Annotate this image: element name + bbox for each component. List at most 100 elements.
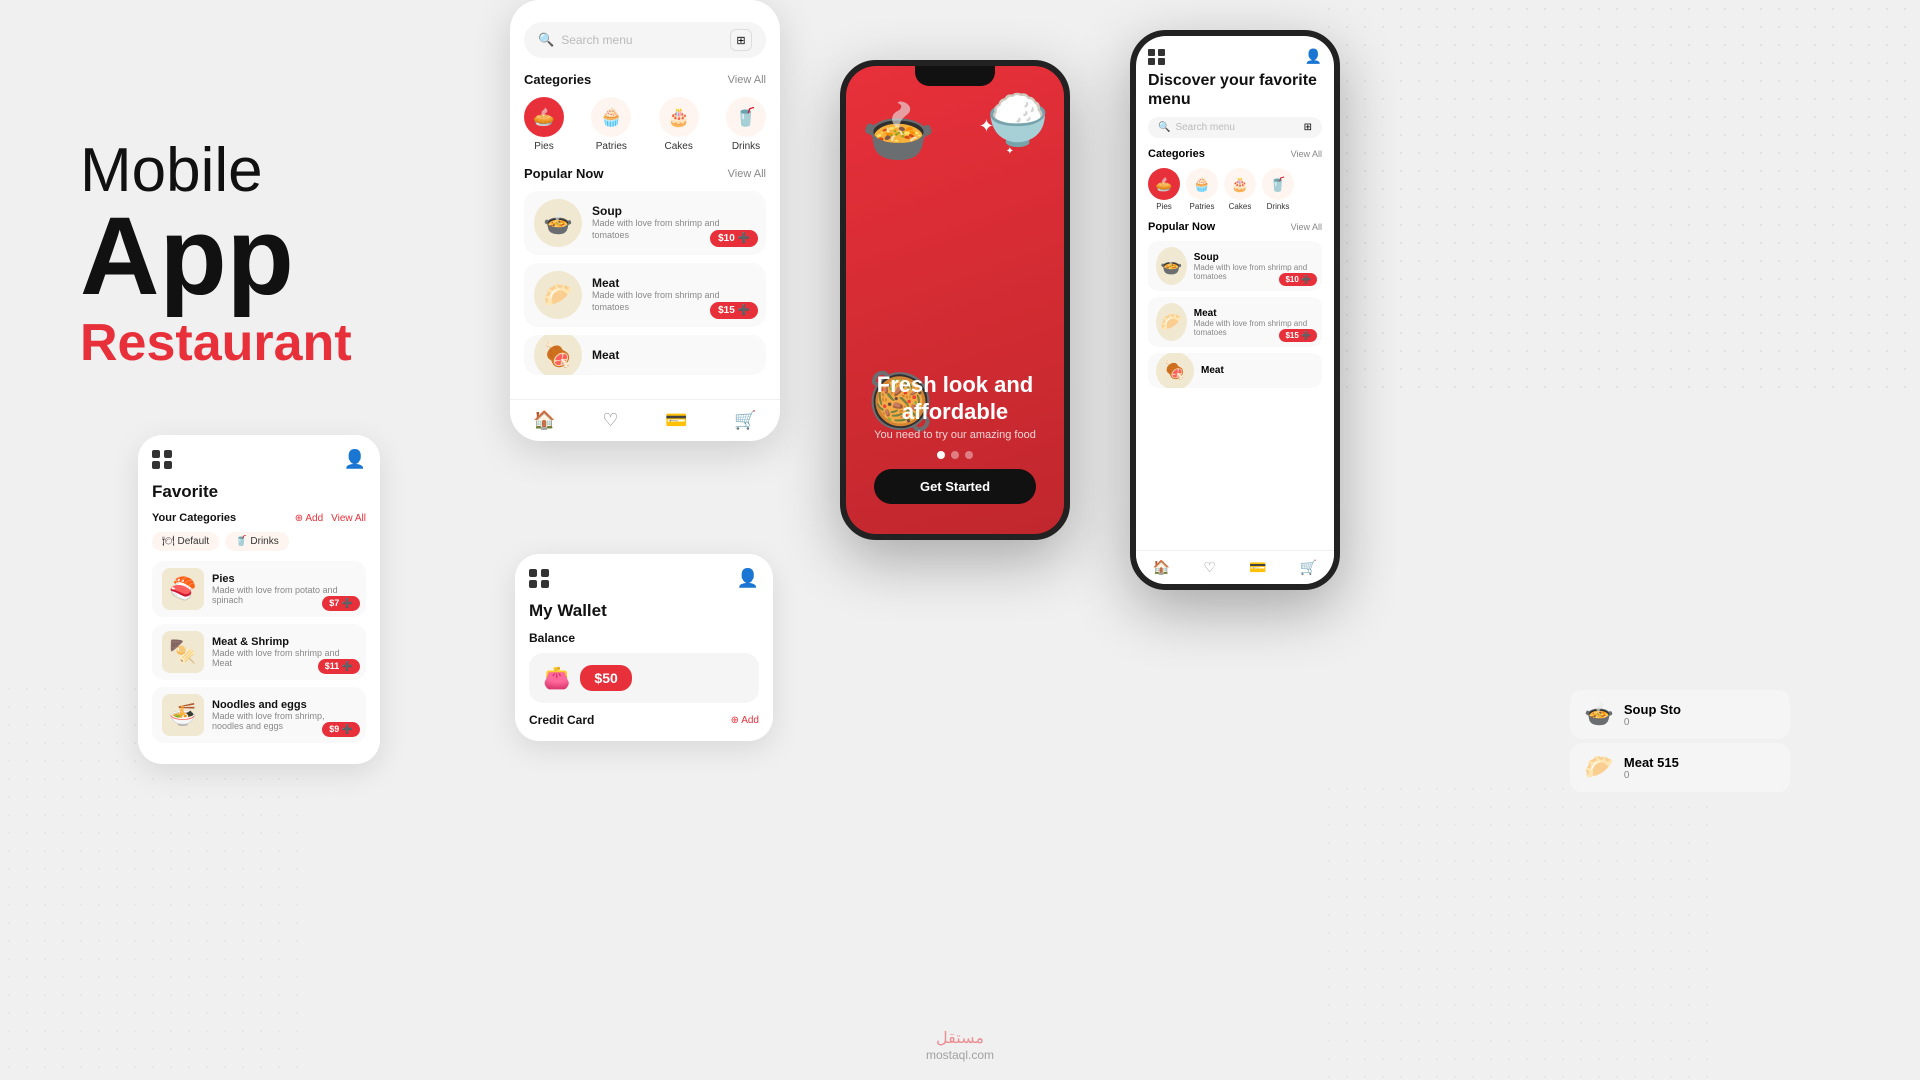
search-bar[interactable]: 🔍 Search menu ⊞: [524, 22, 766, 58]
rp-wallet-icon[interactable]: 💳: [1249, 559, 1266, 576]
home-nav-icon[interactable]: 🏠: [533, 410, 555, 431]
rp-soup-item[interactable]: 🍲 Soup Made with love from shrimp and to…: [1148, 241, 1322, 291]
wallet-top-bar: 👤: [529, 568, 759, 589]
view-all-cat-btn[interactable]: View All: [331, 513, 366, 524]
right-phone-top-bar: 👤: [1136, 36, 1334, 71]
fav-item-pies[interactable]: 🍣 Pies Made with love from potato and sp…: [152, 561, 366, 617]
rp-popular-title: Popular Now: [1148, 221, 1215, 233]
phone-notch: [915, 66, 995, 86]
favorites-nav-icon[interactable]: ♡: [602, 410, 618, 431]
meat-price: $15 ➕: [710, 302, 758, 319]
pies-fav-name: Pies: [212, 573, 356, 585]
noodles-name: Noodles and eggs: [212, 699, 356, 711]
hero-line1: Mobile: [80, 140, 352, 202]
drinks-icon: 🥤: [726, 97, 766, 137]
menu-item-soup[interactable]: 🍲 Soup Made with love from shrimp and to…: [524, 191, 766, 255]
big-phone: 🍲 🍚 🥘 ✦ ✦ Fresh look and affordable You …: [840, 60, 1070, 540]
menu-item-meat[interactable]: 🥟 Meat Made with love from shrimp and to…: [524, 263, 766, 327]
soup-image: 🍲: [534, 199, 582, 247]
sparkle-small-icon: ✦: [1006, 146, 1014, 157]
category-cakes[interactable]: 🎂 Cakes: [659, 97, 699, 152]
right-phone-screen: 👤 Discover your favorite menu 🔍 Search m…: [1136, 36, 1334, 584]
rp-soup-img: 🍲: [1156, 247, 1187, 285]
rp-search[interactable]: 🔍 Search menu ⊞: [1148, 117, 1322, 138]
add-category-btn[interactable]: ⊕ Add: [295, 513, 323, 524]
tag-drinks[interactable]: 🥤 Drinks: [225, 532, 289, 551]
rp-meat-price: $15 ➕: [1279, 329, 1317, 342]
watermark-arabic: مستقل: [936, 1028, 984, 1048]
rp-cakes-label: Cakes: [1229, 202, 1252, 211]
rp-cat-pies[interactable]: 🥧 Pies: [1148, 168, 1180, 211]
food-bowl-top-right: 🍚: [987, 91, 1049, 150]
cart-nav-icon[interactable]: 🛒: [734, 410, 756, 431]
watermark: مستقل mostaql.com: [926, 1028, 994, 1062]
user-icon: 👤: [344, 449, 366, 470]
category-drinks[interactable]: 🥤 Drinks: [726, 97, 766, 152]
soup-name: Soup: [592, 204, 756, 218]
rp-home-icon[interactable]: 🏠: [1153, 559, 1170, 576]
dot-2: [951, 451, 959, 459]
search-icon: 🔍: [538, 32, 554, 48]
search-placeholder: Search menu: [561, 33, 730, 47]
soup-price: $10 ➕: [710, 230, 758, 247]
categories-row: 🥧 Pies 🧁 Patries 🎂 Cakes 🥤 Drinks: [524, 97, 766, 152]
rp-meat-item[interactable]: 🥟 Meat Made with love from shrimp and to…: [1148, 297, 1322, 347]
pies-fav-img: 🍣: [162, 568, 204, 610]
rp-meat2-info: Meat: [1201, 365, 1224, 376]
credit-card-label: Credit Card: [529, 713, 594, 727]
rp-popular-view-all[interactable]: View All: [1291, 222, 1322, 232]
soup-sto-sub: 0: [1624, 717, 1681, 728]
rp-patries-label: Patries: [1190, 202, 1215, 211]
fav-item-meat-shrimp[interactable]: 🍢 Meat & Shrimp Made with love from shri…: [152, 624, 366, 680]
rp-meat2-item[interactable]: 🍖 Meat: [1148, 353, 1322, 388]
rp-cart-icon[interactable]: 🛒: [1300, 559, 1317, 576]
soup-sto-name: Soup Sto: [1624, 702, 1681, 717]
wallet-user-icon: 👤: [737, 568, 759, 589]
rp-meat-img: 🥟: [1156, 303, 1187, 341]
rp-popular-header: Popular Now View All: [1136, 221, 1334, 233]
popular-title: Popular Now: [524, 166, 603, 181]
menu-item-meat2[interactable]: 🍖 Meat: [524, 335, 766, 375]
your-categories-label: Your Categories: [152, 512, 236, 524]
wallet-icon: 👛: [543, 665, 570, 691]
hero-section: Mobile App Restaurant: [80, 140, 352, 374]
wallet-nav-icon[interactable]: 💳: [665, 410, 687, 431]
hero-line3: Restaurant: [80, 312, 352, 374]
rp-favorites-icon[interactable]: ♡: [1203, 559, 1216, 576]
soup-sto-info: Soup Sto 0: [1624, 702, 1681, 728]
wallet-panel: 👤 My Wallet Balance 👛 $50 Credit Card ⊕ …: [515, 554, 773, 741]
category-patries[interactable]: 🧁 Patries: [591, 97, 631, 152]
rp-cat-view-all[interactable]: View All: [1291, 149, 1322, 159]
get-started-btn[interactable]: Get Started: [874, 469, 1036, 504]
rp-drinks-icon: 🥤: [1262, 168, 1294, 200]
cakes-icon: 🎂: [659, 97, 699, 137]
main-menu-phone: 🔍 Search menu ⊞ Categories View All 🥧 Pi…: [510, 0, 780, 441]
filter-icon[interactable]: ⊞: [730, 29, 752, 51]
meat2-image: 🍖: [534, 335, 582, 375]
add-credit-card-btn[interactable]: ⊕ Add: [731, 715, 759, 726]
patries-label: Patries: [596, 141, 627, 152]
rp-soup-price: $10 ➕: [1279, 273, 1317, 286]
wallet-grid-icon: [529, 569, 549, 588]
wallet-title: My Wallet: [529, 601, 759, 621]
category-pies[interactable]: 🥧 Pies: [524, 97, 564, 152]
rp-grid-icon: [1148, 49, 1166, 65]
fav-item-noodles[interactable]: 🍜 Noodles and eggs Made with love from s…: [152, 687, 366, 743]
rp-patries-icon: 🧁: [1186, 168, 1218, 200]
rp-pies-icon: 🥧: [1148, 168, 1180, 200]
tag-default[interactable]: 🍽 Default: [152, 532, 219, 551]
pies-icon: 🥧: [524, 97, 564, 137]
meat2-name: Meat: [592, 348, 756, 362]
popular-view-all[interactable]: View All: [728, 168, 766, 180]
rp-cat-patries[interactable]: 🧁 Patries: [1186, 168, 1218, 211]
right-phone: 👤 Discover your favorite menu 🔍 Search m…: [1130, 30, 1340, 590]
meat-515-icon: 🥟: [1584, 753, 1614, 782]
meat-515-name: Meat 515: [1624, 755, 1679, 770]
bottom-nav: 🏠 ♡ 💳 🛒: [510, 399, 780, 441]
rp-meat2-name: Meat: [1201, 365, 1224, 376]
categories-view-all[interactable]: View All: [728, 74, 766, 86]
pies-fav-price: $7 ➕: [322, 596, 360, 611]
panel-top-bar: 👤: [152, 449, 366, 470]
rp-cat-drinks[interactable]: 🥤 Drinks: [1262, 168, 1294, 211]
rp-cat-cakes[interactable]: 🎂 Cakes: [1224, 168, 1256, 211]
